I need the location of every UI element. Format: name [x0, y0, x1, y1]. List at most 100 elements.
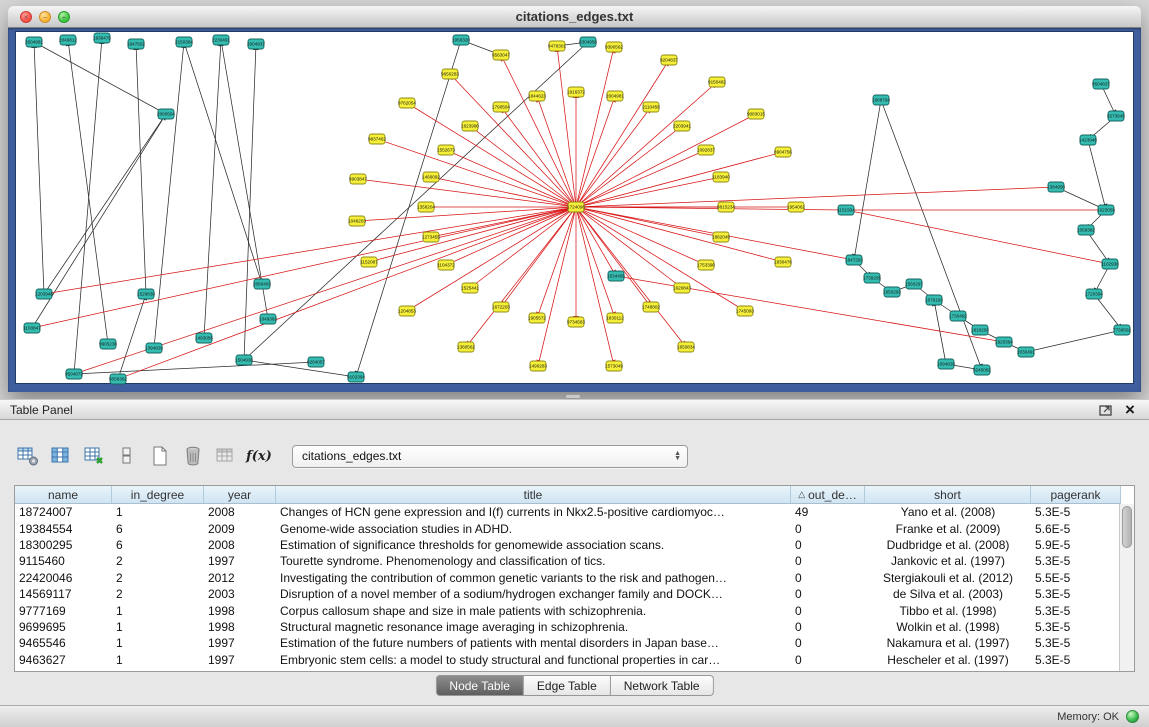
graph-node[interactable]: 1745093	[736, 306, 754, 316]
graph-node[interactable]: 9478301	[548, 41, 566, 51]
graph-node[interactable]: 9504837	[1092, 79, 1110, 89]
graph-node[interactable]: 2060493	[253, 279, 271, 289]
graph-node[interactable]: 1724096	[567, 202, 585, 212]
graph-node[interactable]: 1490283	[529, 361, 547, 371]
minimize-window-button[interactable]: −	[39, 11, 51, 23]
graph-node[interactable]: 2004981	[606, 91, 624, 101]
close-window-button[interactable]: ×	[20, 11, 32, 23]
graph-node[interactable]: 1104372	[437, 260, 455, 270]
table-row[interactable]: 1938455462009Genome-wide association stu…	[15, 520, 1121, 536]
graph-node[interactable]: 9837462	[368, 134, 386, 144]
graph-node[interactable]: 9650283	[441, 69, 459, 79]
column-header-in_degree[interactable]: in_degree	[112, 486, 204, 503]
graph-node[interactable]: 1059382	[1077, 225, 1095, 235]
graph-node[interactable]: 1954062	[787, 202, 805, 212]
graph-node[interactable]: 9150482	[708, 77, 726, 87]
graph-node[interactable]: 9058362	[109, 374, 127, 384]
graph-node[interactable]: 1529830	[137, 289, 155, 299]
graph-node[interactable]: 1720394	[1085, 289, 1103, 299]
graph-node[interactable]: 9390562	[605, 42, 623, 52]
graph-node[interactable]: 1847502	[127, 39, 145, 49]
graph-node[interactable]: 1938475	[93, 33, 111, 43]
tab-network-table[interactable]: Network Table	[611, 675, 714, 696]
graph-node[interactable]: 9762054	[398, 98, 416, 108]
graph-node[interactable]: 2004937	[247, 39, 265, 49]
graph-node[interactable]: 2110458	[642, 102, 660, 112]
graph-node[interactable]: 1049382	[259, 314, 277, 324]
table-row[interactable]: 911546021997Tourette syndrome. Phenomeno…	[15, 553, 1121, 569]
graph-node[interactable]: 1102938	[1101, 259, 1119, 269]
graph-node[interactable]: 1668794	[872, 95, 890, 105]
graph-node[interactable]: 1493056	[195, 333, 213, 343]
graph-node[interactable]: 1739205	[863, 273, 881, 283]
column-header-year[interactable]: year	[204, 486, 276, 503]
tab-edge-table[interactable]: Edge Table	[524, 675, 611, 696]
table-row[interactable]: 1830029562008Estimation of significance …	[15, 537, 1121, 553]
graph-node[interactable]: 1394820	[145, 343, 163, 353]
graph-node[interactable]: 1151934	[837, 205, 855, 215]
graph-node[interactable]: 1552673	[437, 145, 455, 155]
table-row[interactable]: 1456911722003Disruption of a novel membe…	[15, 586, 1121, 602]
graph-node[interactable]: 9245082	[973, 365, 991, 375]
scrollbar-thumb[interactable]	[1122, 506, 1132, 548]
table-row[interactable]: 2242004622012Investigating the contribut…	[15, 570, 1121, 586]
graph-node[interactable]: 9273645	[1107, 111, 1125, 121]
graph-node[interactable]: 1753390	[697, 260, 715, 270]
rows-icon[interactable]	[113, 443, 141, 469]
graph-node[interactable]: 9905238	[99, 339, 117, 349]
graph-node[interactable]: 1905572	[528, 313, 546, 323]
graph-node[interactable]: 1830476	[774, 257, 792, 267]
float-panel-icon[interactable]	[1097, 402, 1115, 418]
table-row[interactable]: 1872400712008Changes of HCN gene express…	[15, 504, 1121, 520]
graph-node[interactable]: 1423948	[1079, 135, 1097, 145]
tab-node-table[interactable]: Node Table	[435, 675, 524, 696]
graph-node[interactable]: 9083015	[747, 109, 765, 119]
new-table-icon[interactable]	[146, 443, 174, 469]
graph-node[interactable]: 1103847	[23, 323, 41, 333]
graph-node[interactable]: 2049812	[59, 35, 77, 45]
graph-node[interactable]: 1203948	[35, 289, 53, 299]
graph-node[interactable]: 1882045	[712, 232, 730, 242]
graph-node[interactable]: 1466092	[422, 172, 440, 182]
graph-node[interactable]: 1672203	[492, 302, 510, 312]
function-builder-icon[interactable]: f(x)	[245, 443, 273, 469]
column-header-pagerank[interactable]: pagerank	[1031, 486, 1121, 503]
graph-node[interactable]: 1094820	[937, 359, 955, 369]
table-row[interactable]: 969969511998Structural magnetic resonanc…	[15, 619, 1121, 635]
graph-node[interactable]: 1384950	[1047, 182, 1065, 192]
close-panel-icon[interactable]: ×	[1121, 402, 1139, 418]
graph-node[interactable]: 1183940	[712, 172, 730, 182]
graph-node[interactable]: 9903847	[349, 174, 367, 184]
graph-node[interactable]: 1560297	[905, 279, 923, 289]
graph-node[interactable]: 1620843	[673, 283, 691, 293]
delete-table-icon[interactable]	[179, 443, 207, 469]
column-header-name[interactable]: name	[15, 486, 112, 503]
graph-node[interactable]: 1623059	[1097, 205, 1115, 215]
column-header-title[interactable]: title	[276, 486, 791, 503]
graph-node[interactable]: 1048203	[348, 216, 366, 226]
graph-node[interactable]: 2150384	[175, 37, 193, 47]
graph-node[interactable]: 1573049	[605, 361, 623, 371]
vertical-scrollbar[interactable]	[1119, 504, 1134, 671]
graph-node[interactable]: 1525441	[461, 283, 479, 293]
graph-node[interactable]: 9102394	[347, 372, 365, 382]
graph-node[interactable]: 9204837	[660, 55, 678, 65]
graph-node[interactable]: 9815234	[717, 202, 735, 212]
import-table-icon[interactable]	[212, 443, 240, 469]
graph-node[interactable]: 1730492	[949, 311, 967, 321]
graph-node[interactable]: 8904756	[774, 147, 792, 157]
network-canvas[interactable]: 1724096 9815234 1882045 1753390 1620843 17488…	[15, 31, 1134, 384]
graph-node[interactable]: 1534456	[607, 271, 625, 281]
graph-node[interactable]: 7739502	[1113, 325, 1131, 335]
graph-node[interactable]: 2030491	[1017, 347, 1035, 357]
graph-node[interactable]: 2604981	[25, 37, 43, 47]
graph-node[interactable]: 1748802	[642, 302, 660, 312]
table-selector[interactable]: citations_edges.txt ▲▼	[292, 445, 688, 468]
select-columns-icon[interactable]	[47, 443, 75, 469]
graph-node[interactable]: 1679193	[925, 295, 943, 305]
column-settings-icon[interactable]	[14, 443, 42, 469]
window-titlebar[interactable]: × − + citations_edges.txt	[8, 6, 1141, 28]
graph-node[interactable]: 1830112	[606, 313, 624, 323]
graph-node[interactable]: 1810293	[971, 325, 989, 335]
graph-node[interactable]: 1273455	[422, 232, 440, 242]
